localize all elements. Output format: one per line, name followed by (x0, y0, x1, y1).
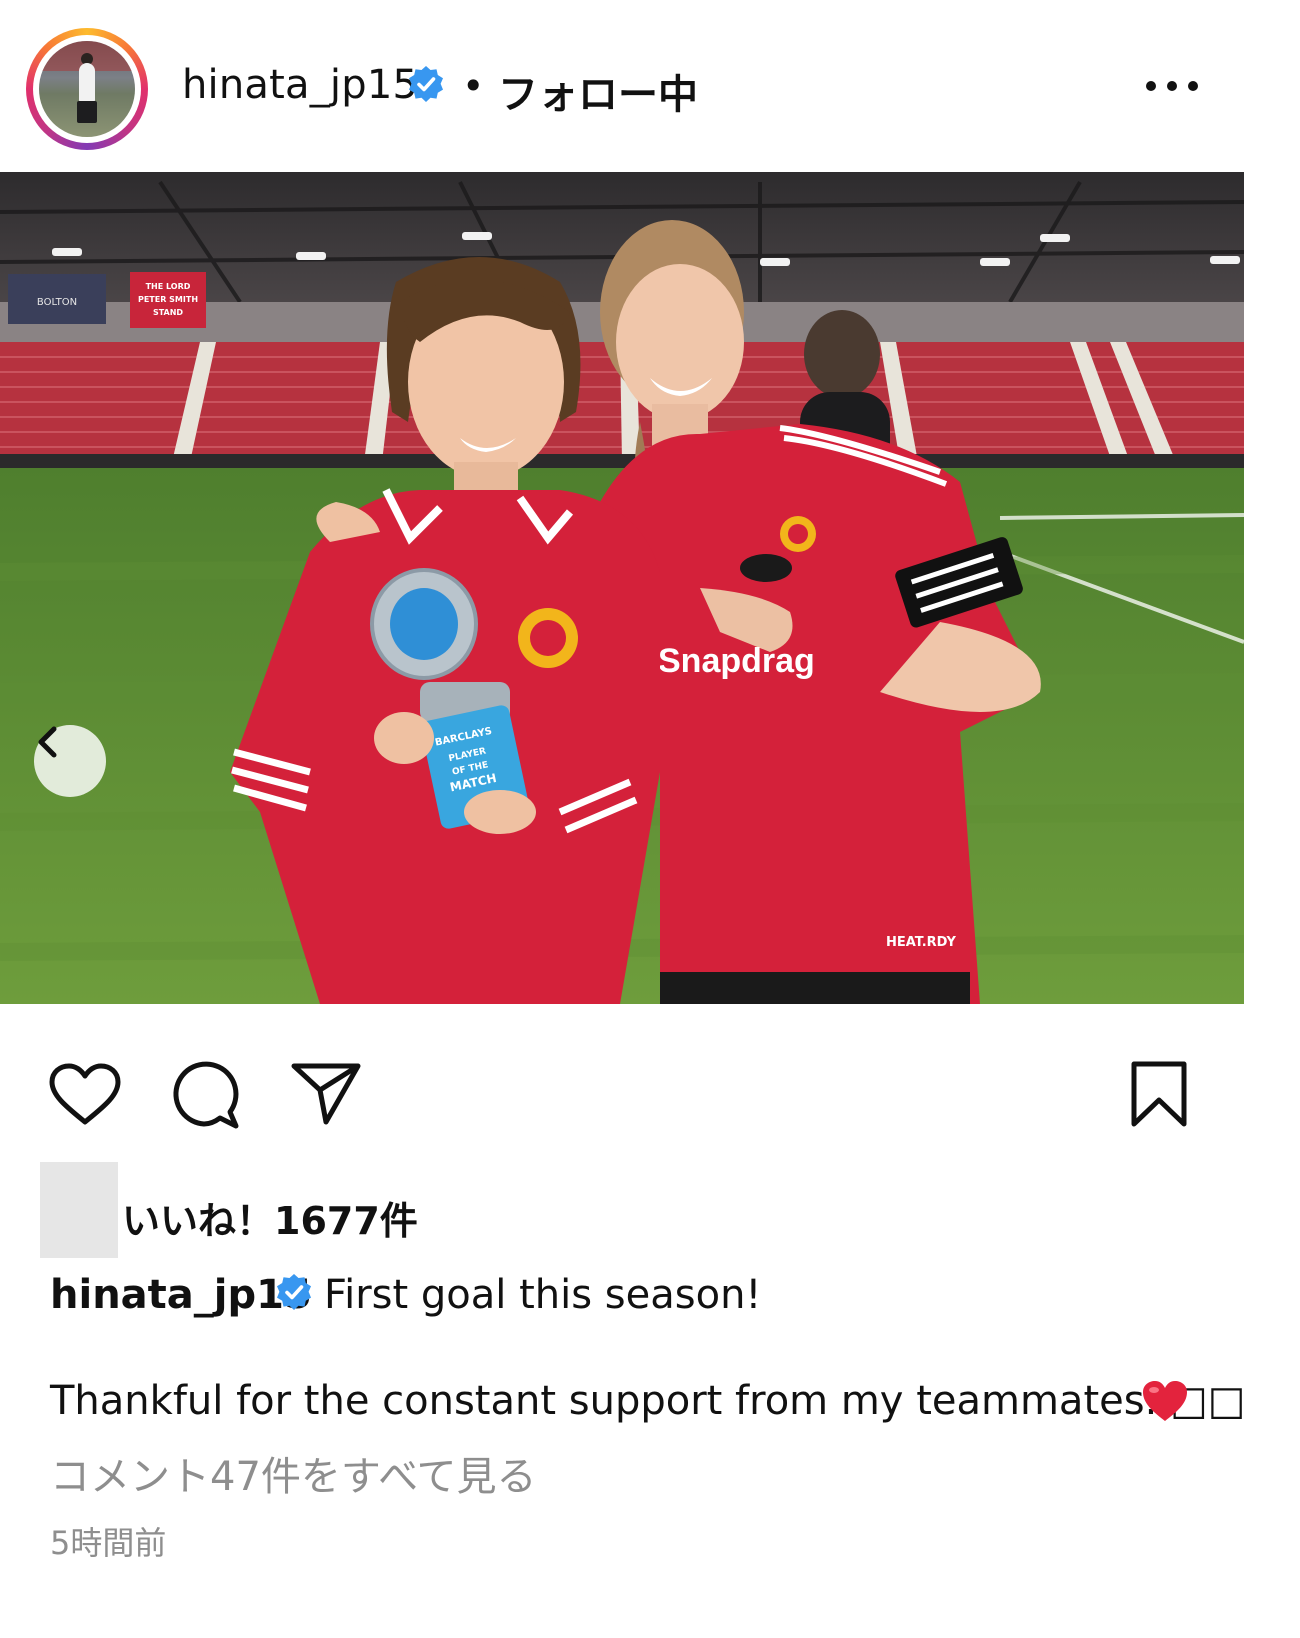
red-heart-emoji-icon (1143, 1381, 1187, 1421)
more-options-button[interactable] (1140, 66, 1204, 106)
svg-text:STAND: STAND (153, 308, 183, 317)
header-username[interactable]: hinata_jp15 (182, 62, 418, 108)
story-ring-avatar[interactable] (26, 28, 148, 150)
more-dot-icon (1167, 81, 1177, 91)
verified-badge-icon (277, 1274, 311, 1310)
view-all-comments-link[interactable]: コメント47件をすべて見る (50, 1444, 537, 1502)
post-timestamp: 5時間前 (50, 1524, 167, 1562)
bookmark-icon[interactable] (1128, 1060, 1190, 1128)
more-dot-icon (1188, 81, 1198, 91)
avatar-figure-body (79, 63, 95, 103)
chevron-left-icon (38, 726, 57, 758)
following-button[interactable]: フォロー中 (498, 62, 698, 120)
svg-text:BOLTON: BOLTON (37, 297, 77, 308)
more-dot-icon (1146, 81, 1156, 91)
carousel-prev-button[interactable] (34, 725, 106, 797)
svg-text:PETER SMITH: PETER SMITH (138, 295, 198, 304)
caption-text-continued: Thankful for the constant support from m… (50, 1378, 1246, 1424)
svg-text:Snapdrag: Snapdrag (658, 642, 815, 680)
avatar (39, 41, 135, 137)
avatar-border (33, 35, 141, 143)
verified-badge-icon (409, 66, 443, 102)
comment-bubble-icon[interactable] (170, 1060, 242, 1130)
right-player-face (616, 264, 744, 420)
caption-username[interactable]: hinata_jp15 (50, 1272, 312, 1318)
heart-outline-icon[interactable] (48, 1062, 122, 1128)
liker-avatar[interactable] (40, 1162, 118, 1258)
paper-plane-icon[interactable] (290, 1060, 362, 1126)
svg-text:THE LORD: THE LORD (146, 282, 191, 291)
caption-text: First goal this season! (324, 1272, 762, 1318)
post-photo[interactable]: BOLTON THE LORD PETER SMITH STAND Snapdr… (0, 172, 1244, 1004)
post-header: hinata_jp15 • フォロー中 (0, 0, 1300, 180)
likes-count[interactable]: いいね！1677件 (122, 1190, 418, 1245)
svg-text:HEAT.RDY: HEAT.RDY (886, 935, 956, 950)
avatar-figure-legs (77, 101, 97, 123)
photo-scene: BOLTON THE LORD PETER SMITH STAND Snapdr… (0, 172, 1244, 1004)
header-separator: • (462, 64, 485, 108)
